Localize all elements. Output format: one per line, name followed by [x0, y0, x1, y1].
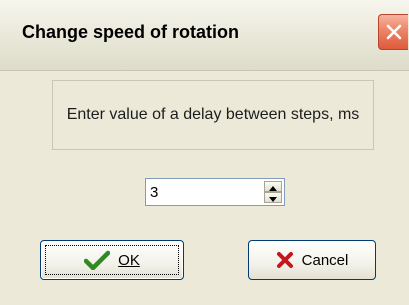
focus-ring	[45, 245, 179, 275]
arrow-down-icon	[269, 189, 277, 207]
spin-down-button[interactable]	[264, 192, 282, 203]
message-text: Enter value of a delay between steps, ms	[66, 106, 360, 123]
cancel-button[interactable]: Cancel	[248, 240, 376, 280]
delay-spinbox	[145, 178, 285, 206]
spin-buttons	[264, 181, 282, 203]
title-bar[interactable]: Change speed of rotation	[0, 0, 409, 71]
checkmark-icon	[84, 250, 111, 270]
window-title: Change speed of rotation	[22, 22, 240, 42]
delay-input[interactable]	[148, 181, 264, 203]
close-icon	[385, 23, 403, 41]
message-panel: Enter value of a delay between steps, ms	[52, 80, 374, 150]
ok-button[interactable]: OK	[40, 240, 184, 280]
cancel-label: Cancel	[301, 251, 349, 269]
ok-label: OK	[118, 251, 140, 269]
close-button[interactable]	[378, 14, 408, 50]
x-icon	[276, 251, 294, 269]
dialog-window: Change speed of rotation Enter value of …	[0, 0, 409, 305]
